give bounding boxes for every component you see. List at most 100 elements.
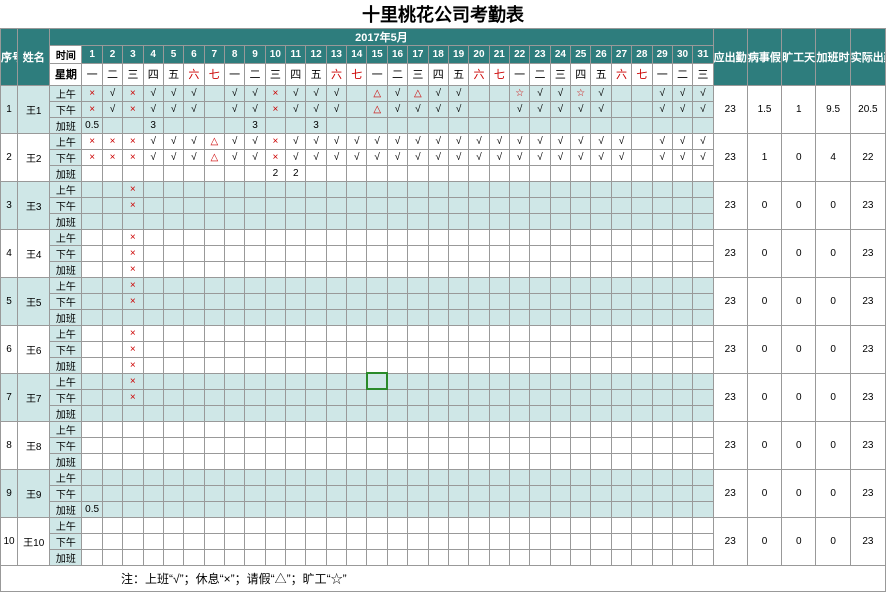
cell-r1-ot-d1[interactable] — [82, 165, 102, 181]
cell-r7-ot-d5[interactable] — [163, 453, 183, 469]
cell-r9-ot-d3[interactable] — [123, 549, 143, 565]
cell-r8-ot-d22[interactable] — [510, 501, 530, 517]
cell-r7-pm-d16[interactable] — [387, 437, 407, 453]
cell-r8-pm-d5[interactable] — [163, 485, 183, 501]
cell-r6-ot-d27[interactable] — [611, 405, 631, 421]
cell-r4-ot-d31[interactable] — [693, 309, 713, 325]
cell-r8-pm-d27[interactable] — [611, 485, 631, 501]
cell-r6-pm-d18[interactable] — [428, 389, 448, 405]
cell-r4-ot-d17[interactable] — [408, 309, 428, 325]
cell-r9-am-d6[interactable] — [184, 517, 204, 533]
cell-r6-ot-d5[interactable] — [163, 405, 183, 421]
cell-r8-am-d11[interactable] — [286, 469, 306, 485]
cell-r8-am-d16[interactable] — [387, 469, 407, 485]
cell-r7-am-d16[interactable] — [387, 421, 407, 437]
cell-r7-pm-d5[interactable] — [163, 437, 183, 453]
cell-r1-pm-d5[interactable]: √ — [163, 149, 183, 165]
cell-r1-am-d28[interactable] — [632, 133, 652, 149]
cell-r0-am-d11[interactable]: √ — [286, 85, 306, 101]
cell-r5-pm-d12[interactable] — [306, 341, 326, 357]
cell-r5-ot-d5[interactable] — [163, 357, 183, 373]
cell-r6-pm-d25[interactable] — [571, 389, 591, 405]
cell-r1-am-d22[interactable]: √ — [510, 133, 530, 149]
cell-r0-ot-d20[interactable] — [469, 117, 489, 133]
cell-r8-pm-d14[interactable] — [347, 485, 367, 501]
cell-r1-ot-d22[interactable] — [510, 165, 530, 181]
cell-r4-am-d2[interactable] — [102, 277, 122, 293]
cell-r9-pm-d12[interactable] — [306, 533, 326, 549]
cell-r8-ot-d7[interactable] — [204, 501, 224, 517]
cell-r3-am-d17[interactable] — [408, 229, 428, 245]
cell-r7-ot-d26[interactable] — [591, 453, 611, 469]
cell-r2-ot-d20[interactable] — [469, 213, 489, 229]
cell-r0-am-d20[interactable] — [469, 85, 489, 101]
cell-r0-ot-d31[interactable] — [693, 117, 713, 133]
cell-r3-ot-d4[interactable] — [143, 261, 163, 277]
cell-r3-ot-d28[interactable] — [632, 261, 652, 277]
cell-r9-pm-d19[interactable] — [448, 533, 468, 549]
cell-r4-ot-d3[interactable] — [123, 309, 143, 325]
cell-r2-am-d6[interactable] — [184, 181, 204, 197]
cell-r6-am-d14[interactable] — [347, 373, 367, 389]
cell-r6-ot-d19[interactable] — [448, 405, 468, 421]
cell-r5-pm-d25[interactable] — [571, 341, 591, 357]
cell-r4-am-d14[interactable] — [347, 277, 367, 293]
cell-r5-am-d29[interactable] — [652, 325, 672, 341]
cell-r1-pm-d29[interactable]: √ — [652, 149, 672, 165]
cell-r0-am-d16[interactable]: √ — [387, 85, 407, 101]
cell-r8-ot-d15[interactable] — [367, 501, 387, 517]
cell-r1-am-d4[interactable]: √ — [143, 133, 163, 149]
cell-r8-pm-d8[interactable] — [224, 485, 244, 501]
cell-r7-ot-d30[interactable] — [672, 453, 692, 469]
cell-r7-ot-d8[interactable] — [224, 453, 244, 469]
cell-r1-ot-d6[interactable] — [184, 165, 204, 181]
cell-r7-ot-d28[interactable] — [632, 453, 652, 469]
cell-r4-am-d29[interactable] — [652, 277, 672, 293]
cell-r2-pm-d26[interactable] — [591, 197, 611, 213]
cell-r8-am-d26[interactable] — [591, 469, 611, 485]
cell-r3-pm-d26[interactable] — [591, 245, 611, 261]
cell-r7-pm-d17[interactable] — [408, 437, 428, 453]
cell-r4-am-d3[interactable]: × — [123, 277, 143, 293]
cell-r2-ot-d24[interactable] — [550, 213, 570, 229]
cell-r1-am-d8[interactable]: √ — [224, 133, 244, 149]
cell-r3-am-d10[interactable] — [265, 229, 285, 245]
cell-r8-ot-d3[interactable] — [123, 501, 143, 517]
cell-r3-ot-d17[interactable] — [408, 261, 428, 277]
cell-r6-pm-d22[interactable] — [510, 389, 530, 405]
cell-r5-pm-d30[interactable] — [672, 341, 692, 357]
cell-r2-pm-d27[interactable] — [611, 197, 631, 213]
cell-r2-pm-d22[interactable] — [510, 197, 530, 213]
cell-r6-pm-d24[interactable] — [550, 389, 570, 405]
cell-r4-pm-d18[interactable] — [428, 293, 448, 309]
cell-r2-pm-d12[interactable] — [306, 197, 326, 213]
cell-r4-am-d9[interactable] — [245, 277, 265, 293]
cell-r0-ot-d1[interactable]: 0.5 — [82, 117, 102, 133]
cell-r2-pm-d21[interactable] — [489, 197, 509, 213]
cell-r8-pm-d19[interactable] — [448, 485, 468, 501]
cell-r6-am-d20[interactable] — [469, 373, 489, 389]
cell-r5-pm-d28[interactable] — [632, 341, 652, 357]
cell-r1-am-d20[interactable]: √ — [469, 133, 489, 149]
cell-r4-am-d18[interactable] — [428, 277, 448, 293]
cell-r2-ot-d14[interactable] — [347, 213, 367, 229]
cell-r8-pm-d17[interactable] — [408, 485, 428, 501]
cell-r8-am-d6[interactable] — [184, 469, 204, 485]
cell-r1-ot-d20[interactable] — [469, 165, 489, 181]
cell-r4-am-d11[interactable] — [286, 277, 306, 293]
cell-r5-am-d3[interactable]: × — [123, 325, 143, 341]
cell-r2-pm-d17[interactable] — [408, 197, 428, 213]
cell-r6-pm-d27[interactable] — [611, 389, 631, 405]
cell-r0-am-d31[interactable]: √ — [693, 85, 713, 101]
cell-r4-pm-d17[interactable] — [408, 293, 428, 309]
cell-r0-ot-d4[interactable]: 3 — [143, 117, 163, 133]
cell-r7-am-d1[interactable] — [82, 421, 102, 437]
cell-r3-am-d29[interactable] — [652, 229, 672, 245]
cell-r8-am-d13[interactable] — [326, 469, 346, 485]
cell-r1-am-d3[interactable]: × — [123, 133, 143, 149]
cell-r9-am-d4[interactable] — [143, 517, 163, 533]
cell-r6-ot-d30[interactable] — [672, 405, 692, 421]
cell-r4-ot-d15[interactable] — [367, 309, 387, 325]
cell-r4-ot-d6[interactable] — [184, 309, 204, 325]
cell-r5-pm-d11[interactable] — [286, 341, 306, 357]
